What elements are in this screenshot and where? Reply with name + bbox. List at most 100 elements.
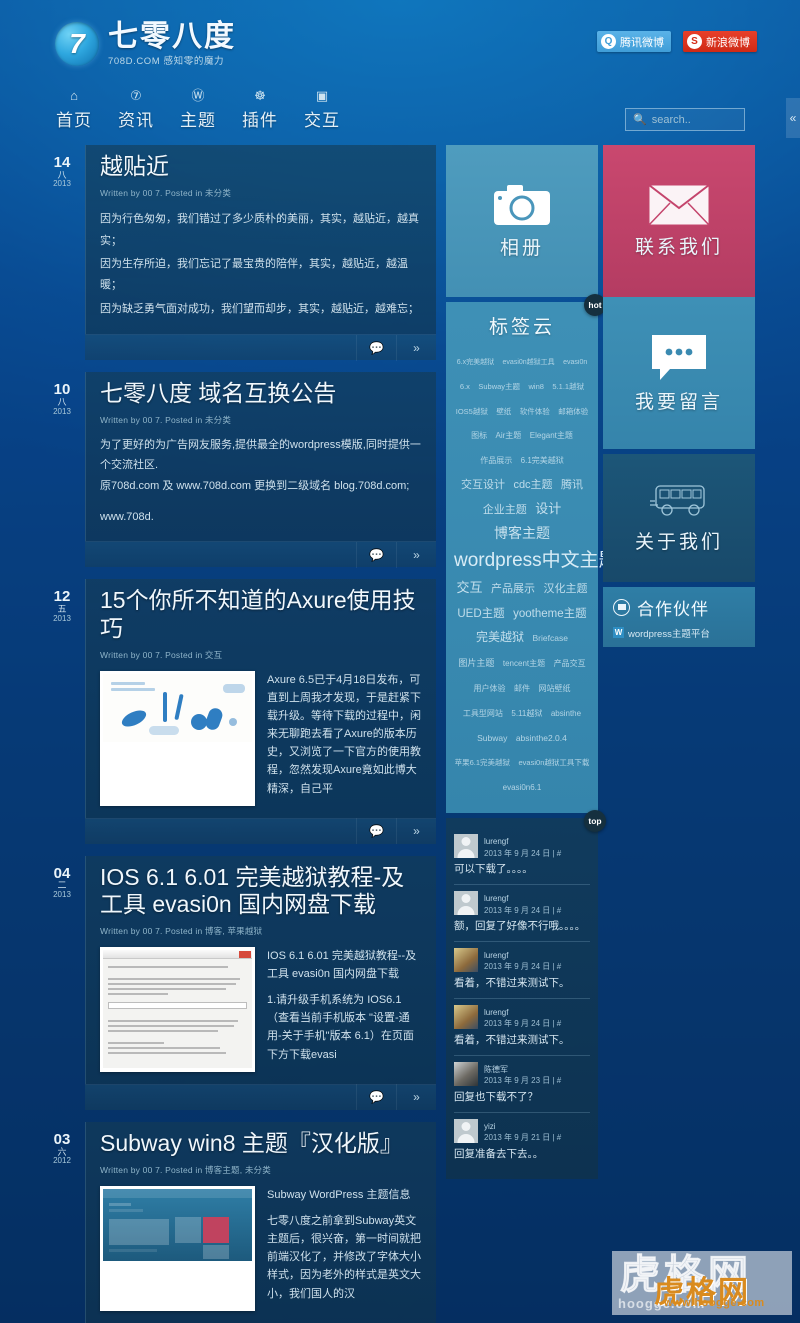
tag-item[interactable]: 企业主题 <box>483 504 527 516</box>
post-paragraph: Subway WordPress 主题信息 <box>267 1188 411 1201</box>
partner-link[interactable]: W wordpress主题平台 <box>613 626 710 640</box>
comment-author[interactable]: lurengf <box>484 950 561 962</box>
nav-item-interaction[interactable]: ▣ 交互 <box>303 88 341 131</box>
tagcloud-list: 6.x完美越狱 evasi0n越狱工具 evasi0n 6.x Subway主题… <box>452 348 618 799</box>
comment-author[interactable]: lurengf <box>484 893 561 905</box>
comment-author[interactable]: yizi <box>484 1121 561 1133</box>
tag-item[interactable]: 产品展示 <box>491 583 535 595</box>
avatar <box>454 1061 478 1086</box>
tag-item[interactable]: Briefcase <box>533 633 568 643</box>
post-thumbnail[interactable] <box>100 946 255 1072</box>
tag-item[interactable]: wordpress中文主题 <box>454 550 618 571</box>
tag-item[interactable]: 设计 <box>535 501 561 516</box>
post-title[interactable]: 七零八度 域名互换公告 <box>100 380 422 407</box>
tile-photo-album[interactable]: 相册 <box>446 145 598 297</box>
nav-item-plugins[interactable]: ☸ 插件 <box>241 88 279 131</box>
comment-icon[interactable]: 💬 <box>356 818 396 845</box>
tag-item[interactable]: Subway主题 <box>478 382 520 391</box>
tag-item[interactable]: Elegant主题 <box>530 431 573 440</box>
tag-item[interactable]: 图标 <box>471 431 487 440</box>
post-title[interactable]: IOS 6.1 6.01 完美越狱教程-及工具 evasi0n 国内网盘下载 <box>100 864 422 918</box>
tag-item[interactable]: 用户体验 <box>474 684 506 693</box>
interaction-icon: ▣ <box>315 88 329 103</box>
wordpress-badge-icon: W <box>613 627 624 638</box>
tile-contact-us[interactable]: 联系我们 <box>603 145 755 297</box>
post-date-day: 14 <box>53 154 71 171</box>
post-title[interactable]: 15个你所不知道的Axure使用技巧 <box>100 587 422 641</box>
social-buttons: Q 腾讯微博 S 新浪微博 <box>597 31 757 52</box>
nav-item-themes[interactable]: Ⓦ 主题 <box>179 88 217 131</box>
tag-item[interactable]: 6.x <box>460 382 470 391</box>
comment-icon[interactable]: 💬 <box>356 541 396 568</box>
tag-item[interactable]: 产品交互 <box>554 659 586 668</box>
tag-item[interactable]: 壁纸 <box>496 407 511 416</box>
post-thumbnail[interactable] <box>100 670 255 806</box>
tag-item[interactable]: 图片主题 <box>458 658 494 668</box>
tile-partners[interactable]: 合作伙伴 W wordpress主题平台 <box>603 587 755 647</box>
tag-item[interactable]: absinthe2.0.4 <box>516 733 567 743</box>
comment-author[interactable]: lurengf <box>484 1007 561 1019</box>
tile-about-us[interactable]: 关于我们 <box>603 454 755 582</box>
tencent-weibo-label: 腾讯微博 <box>620 36 664 49</box>
tag-item[interactable]: evasi0n越狱工具 <box>503 359 555 366</box>
read-more-icon[interactable]: » <box>396 334 436 361</box>
tag-item[interactable]: evasi0n <box>563 359 587 366</box>
tag-item[interactable]: 交互 <box>457 580 483 595</box>
tile-leave-message[interactable]: 我要留言 <box>603 297 755 449</box>
comment-author[interactable]: 陈德军 <box>484 1064 561 1076</box>
tag-item[interactable]: yootheme主题 <box>513 608 587 620</box>
tag-item[interactable]: 6.1完美越狱 <box>521 456 564 465</box>
tag-item[interactable]: absinthe <box>551 709 581 718</box>
search-input[interactable] <box>651 113 737 126</box>
tile-leave-message-label: 我要留言 <box>634 391 723 413</box>
comment-icon[interactable]: 💬 <box>356 334 396 361</box>
watermark-url: www.hoogge.com <box>664 1297 765 1309</box>
nav-item-home[interactable]: ⌂ 首页 <box>55 88 93 131</box>
read-more-icon[interactable]: » <box>396 1084 436 1111</box>
read-more-icon[interactable]: » <box>396 541 436 568</box>
tag-item[interactable]: 作品展示 <box>480 456 512 465</box>
tag-item[interactable]: cdc主题 <box>513 479 552 491</box>
avatar <box>454 1118 478 1143</box>
tag-item[interactable]: IOS5越狱 <box>456 407 488 416</box>
tag-item[interactable]: 博客主题 <box>494 525 550 541</box>
tag-item[interactable]: evasi0n6.1 <box>503 783 542 792</box>
tag-item[interactable]: 软件体验 <box>520 407 550 416</box>
tag-item[interactable]: 5.11越狱 <box>511 709 542 718</box>
tag-item[interactable]: 5.1.1越狱 <box>552 382 584 391</box>
comment-author[interactable]: lurengf <box>484 836 561 848</box>
search-box[interactable]: 🔍 <box>625 108 745 131</box>
tag-item[interactable]: tencent主题 <box>503 659 545 668</box>
tag-item[interactable]: UED主题 <box>457 608 504 620</box>
tag-item[interactable]: 工具型网站 <box>463 709 503 718</box>
tag-item[interactable]: 腾讯 <box>561 479 583 491</box>
camera-icon <box>494 184 550 225</box>
post-title[interactable]: 越贴近 <box>100 153 422 180</box>
nav-item-news[interactable]: ⑦ 资讯 <box>117 88 155 131</box>
sina-weibo-button[interactable]: S 新浪微博 <box>683 31 757 52</box>
logo-subtitle: 708D.COM 感知零的魔力 <box>108 56 225 67</box>
post-meta: Written by 00 7. Posted in 未分类 <box>100 188 232 199</box>
post-title[interactable]: Subway win8 主题『汉化版』 <box>100 1130 422 1157</box>
site-logo[interactable]: 7 七零八度 708D.COM 感知零的魔力 <box>55 22 236 67</box>
tag-item[interactable]: 邮件 <box>514 684 530 693</box>
subway-screenshot-image <box>103 1188 252 1261</box>
tag-item[interactable]: Air主题 <box>496 431 522 440</box>
tencent-weibo-button[interactable]: Q 腾讯微博 <box>597 31 671 52</box>
tag-item[interactable]: Subway <box>477 733 507 743</box>
comment-icon[interactable]: 💬 <box>356 1084 396 1111</box>
tag-item[interactable]: 邮箱体验 <box>558 407 588 416</box>
tag-item[interactable]: 汉化主题 <box>543 583 587 595</box>
sidebar-collapse-button[interactable]: « <box>786 98 800 138</box>
tag-item[interactable]: 6.x完美越狱 <box>457 359 494 366</box>
top-badge: top <box>584 809 606 832</box>
axure-sketch-image <box>103 673 252 742</box>
post-thumbnail[interactable] <box>100 1185 255 1311</box>
tag-item[interactable]: 完美越狱 <box>476 630 524 644</box>
tag-item[interactable]: win8 <box>529 382 544 391</box>
tag-item[interactable]: 苹果6.1完美越狱 <box>455 758 510 767</box>
read-more-icon[interactable]: » <box>396 818 436 845</box>
tag-item[interactable]: evasi0n越狱工具下载 <box>519 758 590 767</box>
tag-item[interactable]: 网站壁纸 <box>538 684 570 693</box>
tag-item[interactable]: 交互设计 <box>461 479 505 491</box>
